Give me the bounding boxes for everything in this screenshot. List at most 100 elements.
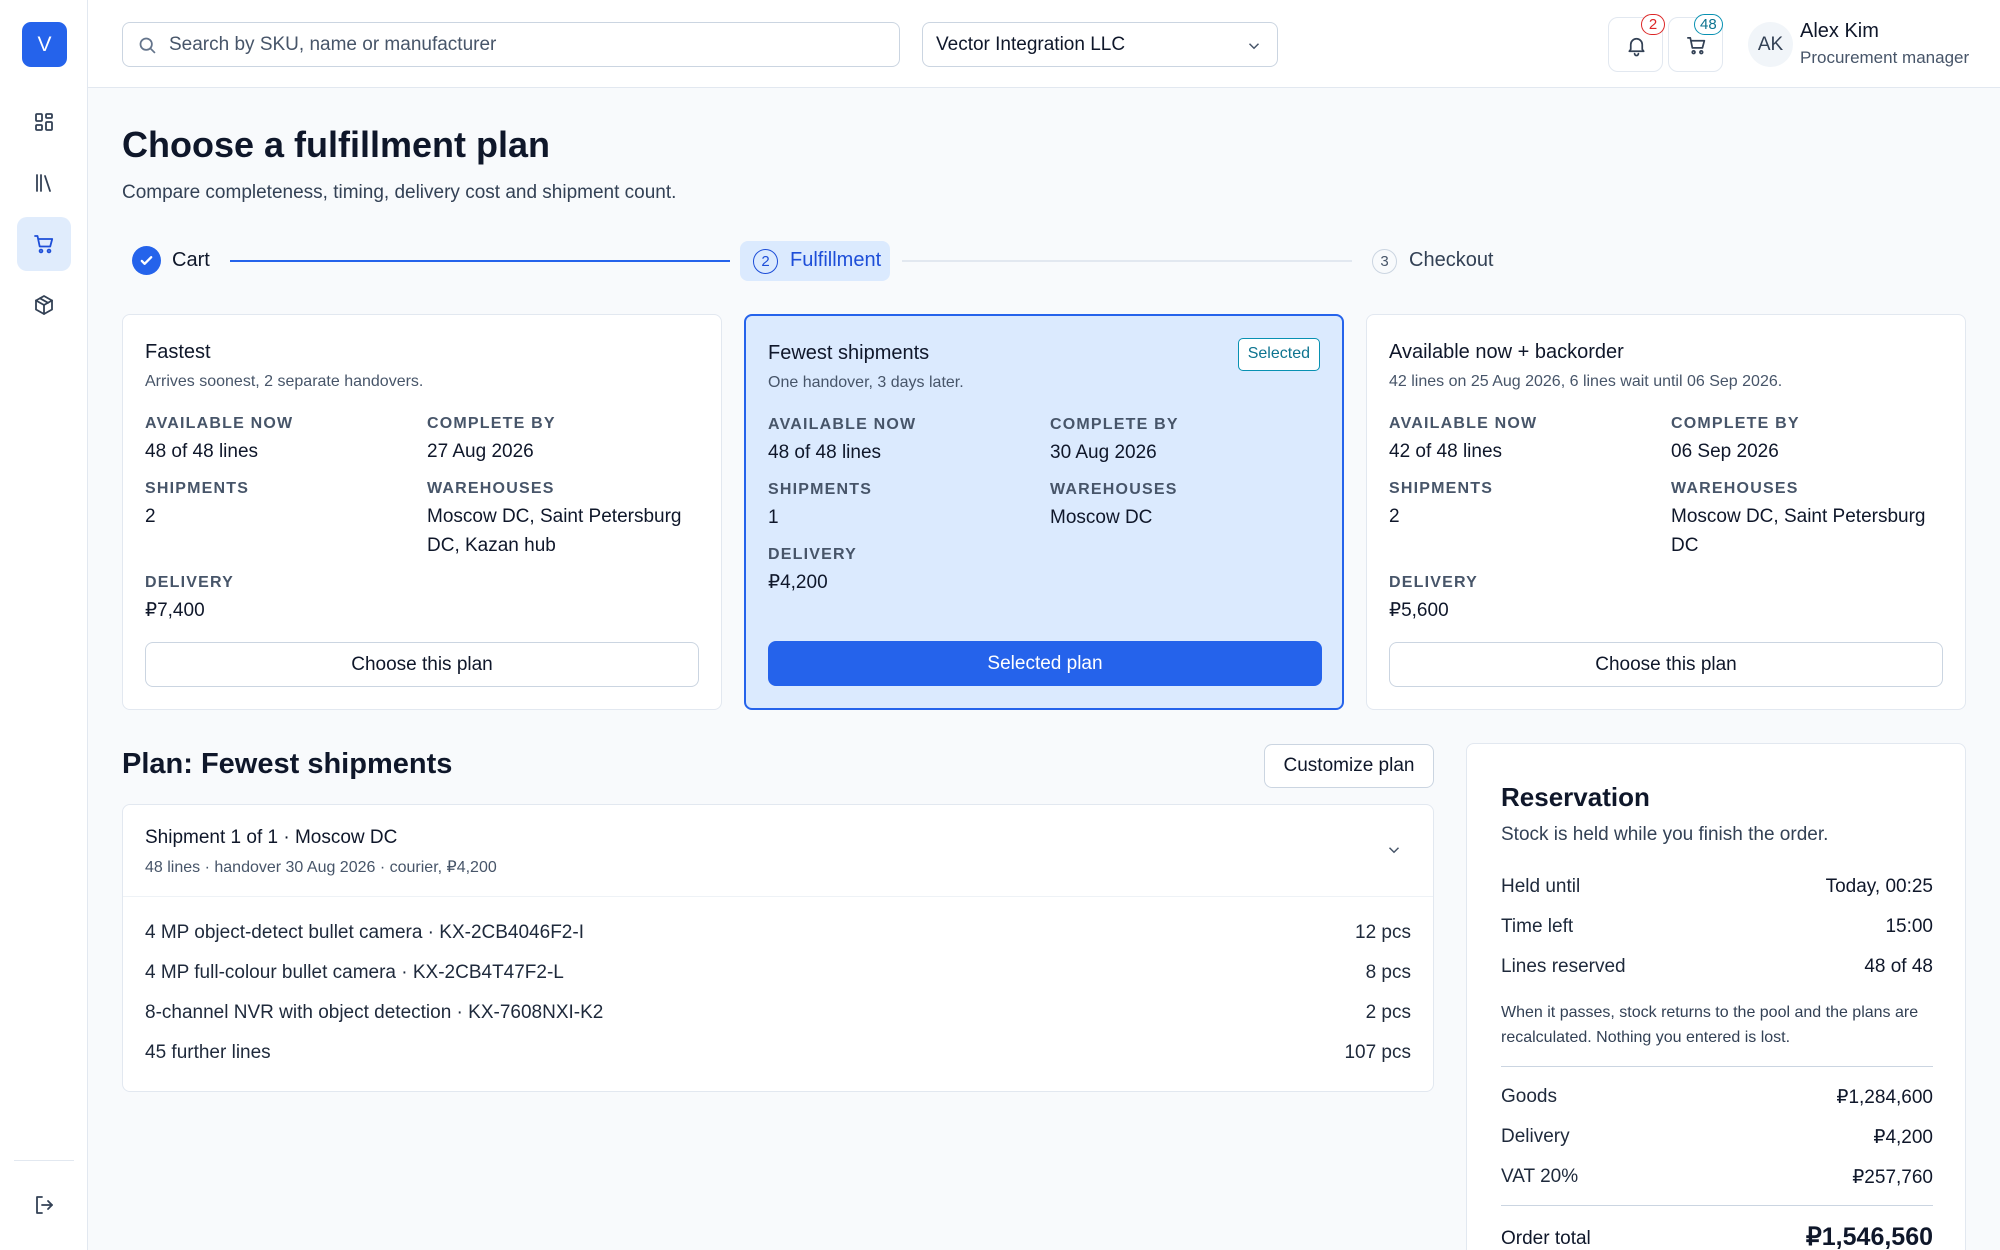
- shipments-value: 2: [1389, 506, 1400, 527]
- shipment-panel: Shipment 1 of 1 · Moscow DC 48 lines · h…: [122, 804, 1434, 1092]
- complete-by-label: Complete by: [1671, 415, 1800, 432]
- line-qty: 12 pcs: [1355, 922, 1411, 943]
- plan-card-fastest[interactable]: Fastest Arrives soonest, 2 separate hand…: [122, 314, 722, 710]
- package-icon: [35, 295, 53, 315]
- shipment-line: 8-channel NVR with object detection · KX…: [145, 1002, 1411, 1032]
- warehouses-value: Moscow DC, Saint Petersburg DC: [1671, 506, 1926, 556]
- plan-card-fewest-shipments[interactable]: Fewest shipments One handover, 3 days la…: [744, 314, 1344, 710]
- page-title: Choose a fulfillment plan: [122, 124, 551, 165]
- delivery-value: ₽7,400: [145, 600, 205, 621]
- plan-description: Arrives soonest, 2 separate handovers.: [145, 373, 424, 390]
- delivery-label: Delivery: [145, 574, 235, 591]
- line-name: 8-channel NVR with object detection · KX…: [145, 1002, 604, 1023]
- goods-value: ₽1,284,600: [1836, 1087, 1933, 1108]
- step-fulfillment-number: 2: [753, 249, 778, 274]
- shipments-value: 1: [768, 507, 779, 528]
- logout-icon: [36, 1196, 53, 1214]
- cart-icon: [1687, 36, 1706, 55]
- further-lines-row[interactable]: 45 further lines 107 pcs: [145, 1042, 1411, 1072]
- order-total-row: Order total ₽1,546,560: [1501, 1222, 1933, 1250]
- sidebar-item-cart[interactable]: [17, 217, 71, 271]
- warehouses-label: Warehouses: [1671, 480, 1799, 497]
- step-connector-done: [230, 260, 730, 262]
- delivery-value: ₽4,200: [768, 572, 828, 593]
- reservation-title: Reservation: [1501, 782, 1650, 812]
- reservation-subtitle: Stock is held while you finish the order…: [1501, 824, 1829, 845]
- selected-plan-button[interactable]: Selected plan: [768, 641, 1322, 686]
- vat-label: VAT 20%: [1501, 1166, 1579, 1187]
- complete-by-label: Complete by: [427, 415, 556, 432]
- lines-reserved-label: Lines reserved: [1501, 956, 1626, 977]
- plan-name: Available now + backorder: [1389, 341, 1624, 363]
- delivery-value: ₽4,200: [1873, 1127, 1933, 1148]
- shipment-header[interactable]: Shipment 1 of 1 · Moscow DC 48 lines · h…: [123, 805, 1433, 897]
- time-left-row: Time left 15:00: [1501, 916, 1933, 944]
- delivery-value: ₽5,600: [1389, 600, 1449, 621]
- sidebar-item-catalog[interactable]: [17, 156, 71, 210]
- complete-by-value: 06 Sep 2026: [1671, 441, 1779, 462]
- vat-row: VAT 20% ₽257,760: [1501, 1166, 1933, 1194]
- sidebar-divider: [14, 1160, 74, 1161]
- step-cart-label[interactable]: Cart: [172, 249, 210, 272]
- available-now-value: 48 of 48 lines: [768, 442, 882, 463]
- sidebar-item-dashboard[interactable]: [17, 95, 71, 149]
- shipments-label: Shipments: [1389, 480, 1494, 497]
- plan-description: 42 lines on 25 Aug 2026, 6 lines wait un…: [1389, 373, 1783, 390]
- shipments-value: 2: [145, 506, 156, 527]
- plan-name: Fastest: [145, 341, 211, 363]
- plan-detail-title: Plan: Fewest shipments: [122, 748, 453, 780]
- complete-by-value: 30 Aug 2026: [1050, 442, 1157, 463]
- delivery-label: Delivery: [768, 546, 858, 563]
- shipment-meta: 48 lines · handover 30 Aug 2026 · courie…: [145, 859, 497, 876]
- shipment-title: Shipment 1 of 1 · Moscow DC: [145, 827, 398, 848]
- shipment-line: 4 MP object-detect bullet camera · KX-2C…: [145, 922, 1411, 952]
- chevron-down-icon[interactable]: [1385, 841, 1403, 859]
- choose-plan-button[interactable]: Choose this plan: [145, 642, 699, 687]
- line-name: 4 MP full-colour bullet camera · KX-2CB4…: [145, 962, 564, 983]
- divider: [1501, 1205, 1933, 1206]
- search-input[interactable]: [169, 23, 889, 66]
- logout-button[interactable]: [17, 1178, 71, 1232]
- warehouses-value: Moscow DC: [1050, 507, 1153, 528]
- time-left-value: 15:00: [1885, 916, 1933, 937]
- step-checkout-label: Checkout: [1409, 249, 1494, 271]
- sidebar-item-orders[interactable]: [17, 278, 71, 332]
- user-name: Alex Kim: [1800, 20, 1879, 42]
- cart-icon: [34, 235, 54, 254]
- company-select[interactable]: Vector Integration LLC: [922, 22, 1278, 67]
- search-box[interactable]: [122, 22, 900, 67]
- shipments-label: Shipments: [145, 480, 250, 497]
- notifications-badge: 2: [1641, 14, 1665, 35]
- check-icon: [140, 256, 153, 265]
- line-name: 4 MP object-detect bullet camera · KX-2C…: [145, 922, 584, 943]
- held-until-label: Held until: [1501, 876, 1581, 897]
- available-now-value: 48 of 48 lines: [145, 441, 259, 462]
- company-select-value: Vector Integration LLC: [936, 34, 1126, 55]
- app-logo[interactable]: V: [22, 22, 67, 67]
- step-connector-upcoming: [902, 260, 1352, 262]
- held-until-value: Today, 00:25: [1825, 876, 1933, 897]
- warehouses-value: Moscow DC, Saint Petersburg DC, Kazan hu…: [427, 506, 682, 556]
- catalog-icon: [36, 174, 51, 192]
- step-cart-indicator[interactable]: [132, 246, 161, 275]
- vat-value: ₽257,760: [1852, 1167, 1933, 1188]
- lines-reserved-value: 48 of 48: [1864, 956, 1933, 977]
- selected-badge: Selected: [1237, 338, 1320, 371]
- available-now-label: Available now: [145, 415, 294, 432]
- goods-label: Goods: [1501, 1086, 1557, 1107]
- cart-count-badge: 48: [1694, 14, 1723, 35]
- chevron-down-icon: [1248, 43, 1260, 50]
- plan-card-available-now-backorder[interactable]: Available now + backorder 42 lines on 25…: [1366, 314, 1966, 710]
- sidebar: V: [0, 0, 88, 1250]
- step-checkout-number: 3: [1372, 249, 1397, 274]
- complete-by-label: Complete by: [1050, 416, 1179, 433]
- shipments-label: Shipments: [768, 481, 873, 498]
- delivery-label: Delivery: [1389, 574, 1479, 591]
- available-now-value: 42 of 48 lines: [1389, 441, 1503, 462]
- goods-row: Goods ₽1,284,600: [1501, 1086, 1933, 1114]
- shipment-line: 4 MP full-colour bullet camera · KX-2CB4…: [145, 962, 1411, 992]
- customize-plan-button[interactable]: Customize plan: [1264, 744, 1434, 788]
- choose-plan-button[interactable]: Choose this plan: [1389, 642, 1943, 687]
- held-until-row: Held until Today, 00:25: [1501, 876, 1933, 904]
- avatar[interactable]: AK: [1748, 22, 1793, 67]
